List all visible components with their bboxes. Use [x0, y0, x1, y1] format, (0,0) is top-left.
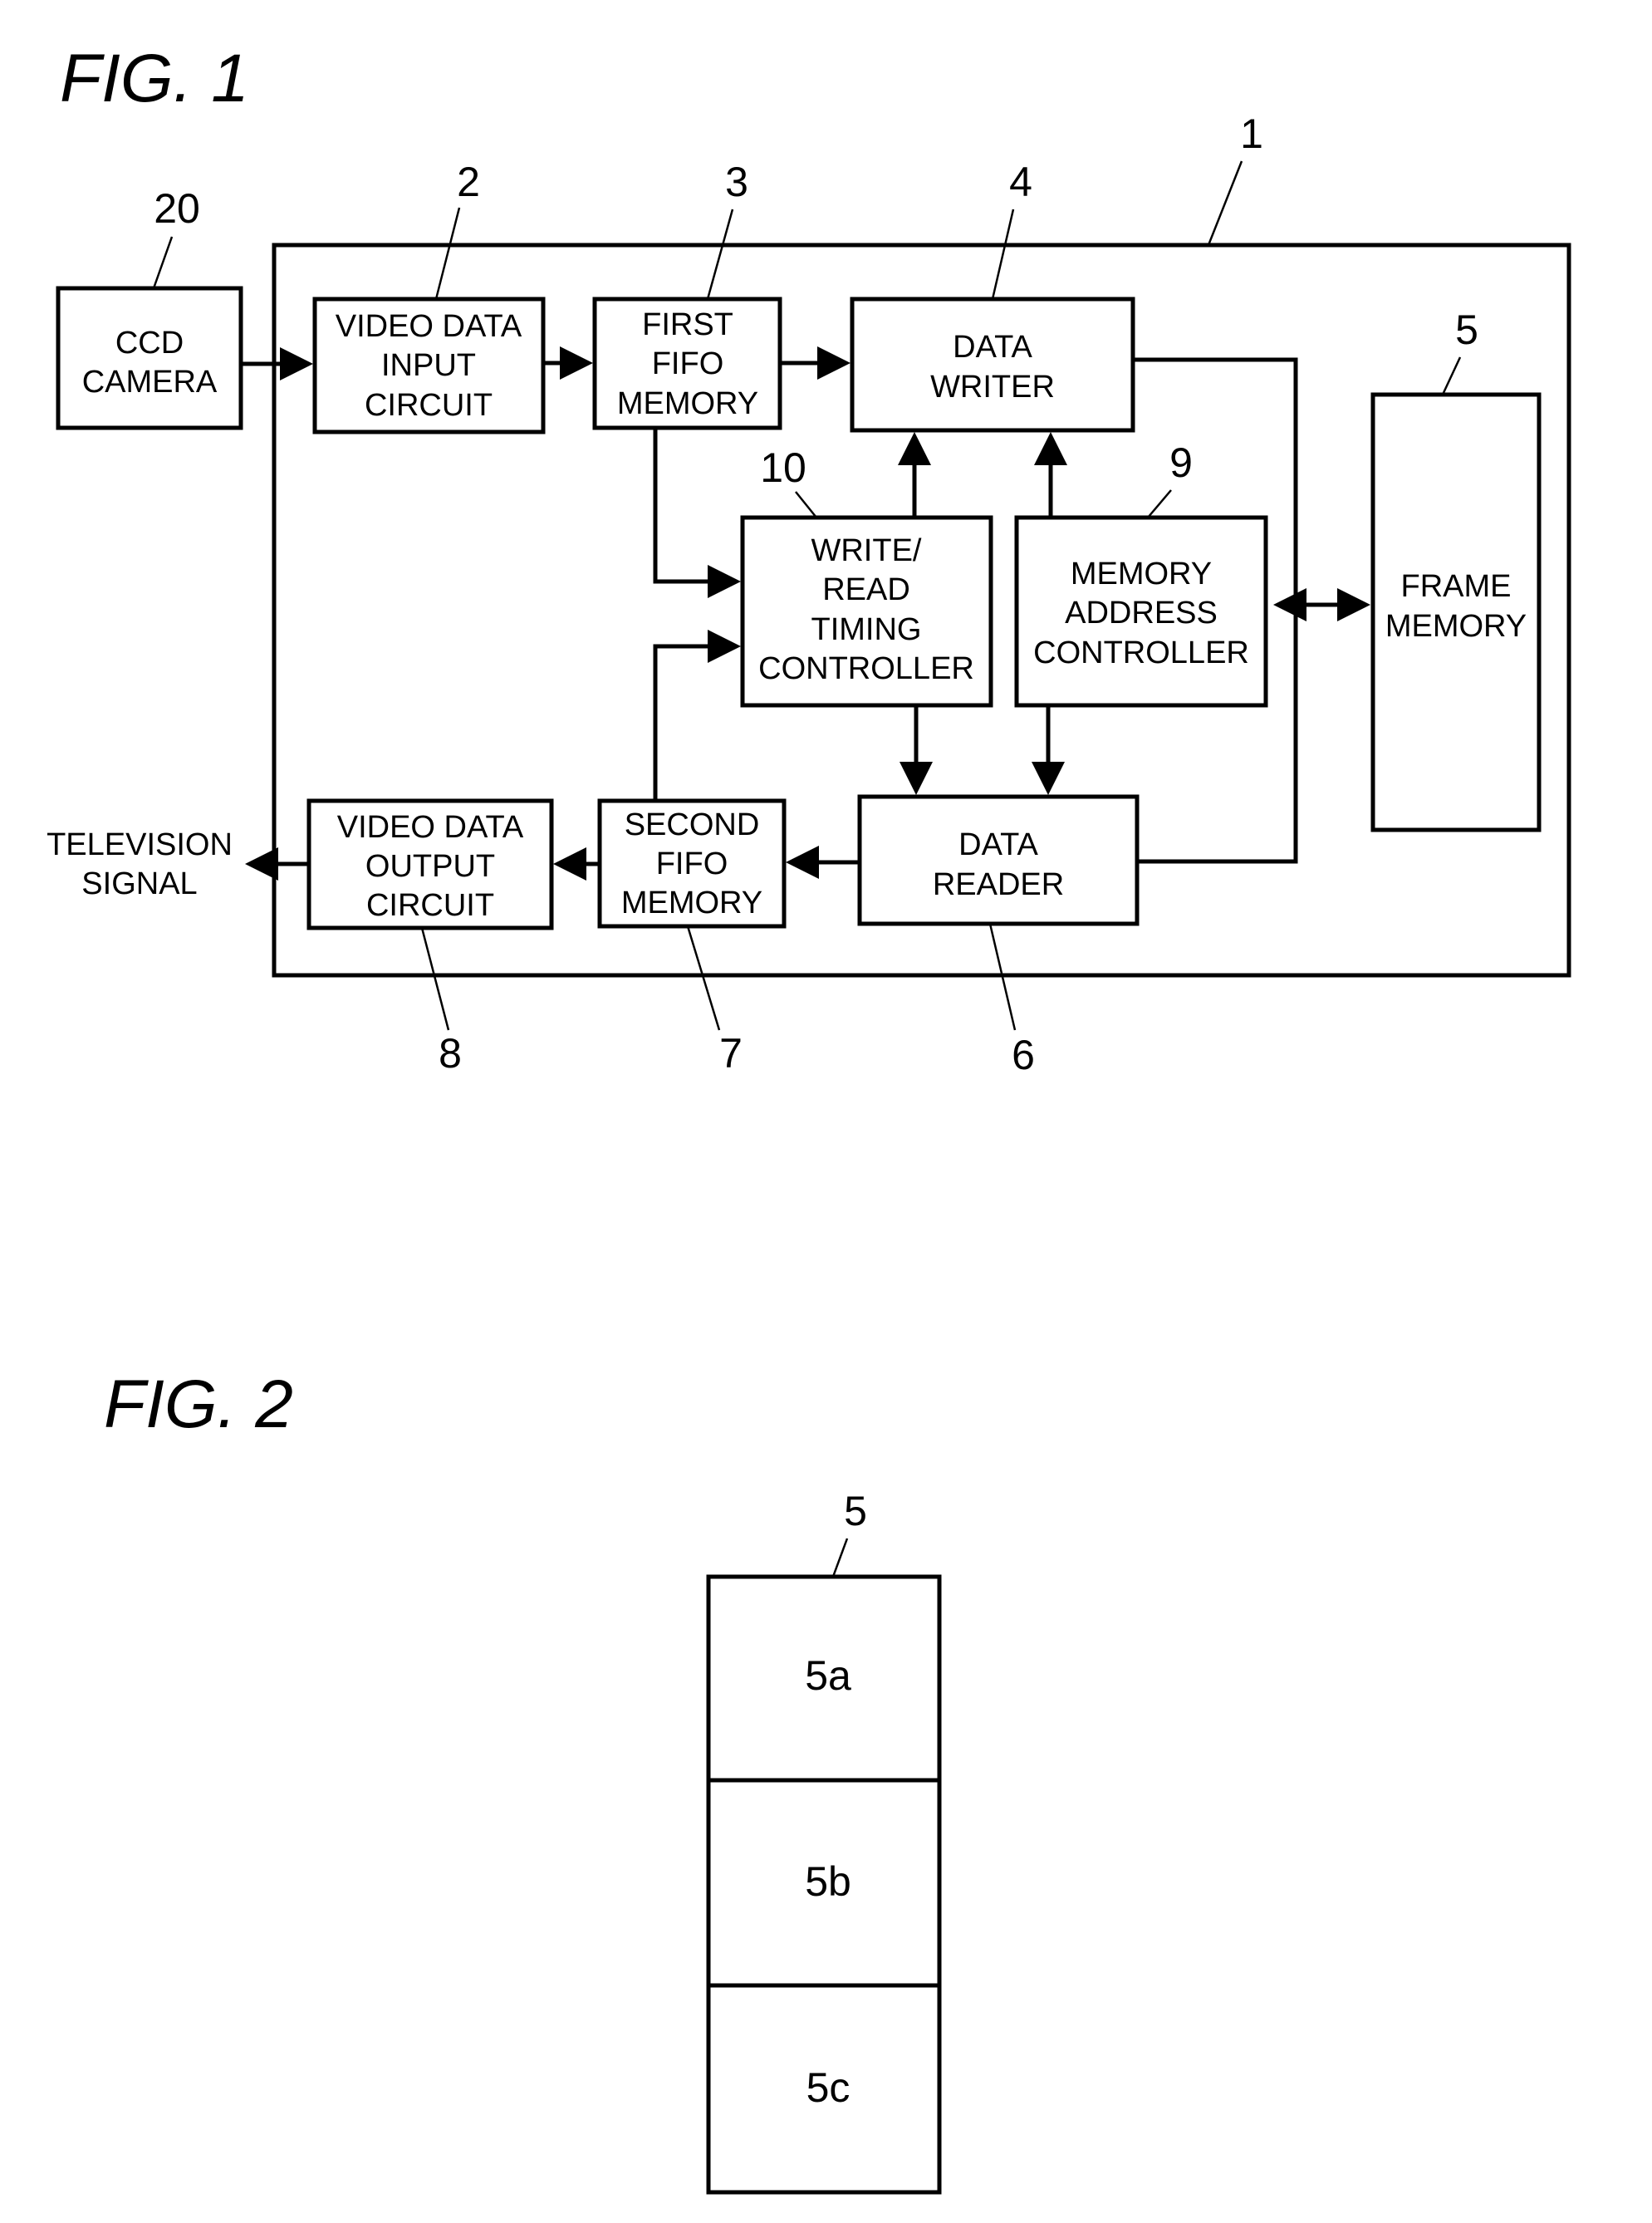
patent-figures: FIG. 1 CCD CAMERA VIDEO DATA INPUT CIRCU… [47, 41, 1571, 2195]
svg-text:DATA: DATA [958, 827, 1038, 862]
svg-text:CIRCUIT: CIRCUIT [365, 388, 493, 423]
block-write-read-timing-controller: WRITE/ READ TIMING CONTROLLER [740, 515, 993, 708]
svg-text:TIMING: TIMING [811, 612, 922, 647]
svg-text:MEMORY: MEMORY [1071, 557, 1212, 591]
ref-9: 9 [1169, 439, 1193, 486]
fig2-ref-5: 5 [844, 1488, 867, 1534]
svg-text:MEMORY: MEMORY [1385, 609, 1527, 644]
svg-text:DATA: DATA [953, 330, 1032, 365]
svg-text:OUTPUT: OUTPUT [365, 849, 495, 884]
svg-text:CONTROLLER: CONTROLLER [758, 651, 974, 686]
svg-text:READ: READ [822, 572, 910, 607]
svg-text:CAMERA: CAMERA [82, 365, 218, 400]
section-5b: 5b [805, 1858, 851, 1905]
section-5a: 5a [805, 1652, 851, 1699]
arrow-fifo2-to-timing [653, 630, 741, 801]
ref-3: 3 [725, 159, 748, 205]
ref-4: 4 [1009, 159, 1032, 205]
svg-text:MEMORY: MEMORY [617, 386, 758, 421]
svg-text:MEMORY: MEMORY [621, 886, 762, 920]
ref-8: 8 [439, 1030, 462, 1077]
block-memory-address-controller: MEMORY ADDRESS CONTROLLER [1014, 515, 1268, 708]
svg-text:ADDRESS: ADDRESS [1065, 596, 1218, 631]
ref-20: 20 [154, 185, 200, 232]
arrow-fifo1-to-timing [653, 428, 741, 598]
ref-6: 6 [1012, 1032, 1035, 1078]
block-video-data-input-circuit: VIDEO DATA INPUT CIRCUIT [312, 297, 546, 434]
block-video-data-output-circuit: VIDEO DATA OUTPUT CIRCUIT [306, 798, 554, 930]
ref-7: 7 [719, 1030, 743, 1077]
svg-text:FIFO: FIFO [656, 847, 728, 881]
fig2-title: FIG. 2 [104, 1367, 293, 1442]
svg-text:VIDEO DATA: VIDEO DATA [337, 810, 524, 845]
section-5c: 5c [806, 2064, 851, 2111]
block-data-writer: DATA WRITER [850, 297, 1135, 433]
ref-10: 10 [760, 444, 806, 491]
block-data-reader: DATA READER [857, 794, 1140, 926]
svg-text:TELEVISION: TELEVISION [47, 827, 233, 862]
block-frame-memory: FRAME MEMORY [1370, 392, 1542, 832]
svg-text:CCD: CCD [115, 326, 184, 361]
block-ccd-camera: CCD CAMERA [56, 286, 243, 430]
svg-text:CIRCUIT: CIRCUIT [366, 888, 494, 923]
ref-1: 1 [1240, 110, 1263, 157]
block-second-fifo-memory: SECOND FIFO MEMORY [597, 798, 787, 929]
svg-text:SIGNAL: SIGNAL [81, 866, 197, 901]
svg-text:SECOND: SECOND [625, 807, 760, 842]
svg-text:FIRST: FIRST [642, 307, 733, 342]
frame-memory-partition-diagram: 5 5a 5b 5c [706, 1488, 942, 2195]
svg-text:FIFO: FIFO [652, 346, 724, 381]
svg-text:INPUT: INPUT [381, 348, 476, 383]
television-signal-label: TELEVISION SIGNAL [47, 827, 233, 901]
svg-text:FRAME: FRAME [1401, 569, 1512, 604]
svg-text:VIDEO DATA: VIDEO DATA [336, 309, 522, 344]
ref-2: 2 [457, 159, 480, 205]
svg-text:CONTROLLER: CONTROLLER [1033, 635, 1249, 670]
fig1-title: FIG. 1 [60, 41, 249, 116]
svg-text:READER: READER [933, 867, 1064, 902]
svg-text:WRITE/: WRITE/ [811, 533, 922, 568]
ref-5: 5 [1455, 307, 1478, 353]
svg-text:WRITER: WRITER [930, 370, 1055, 405]
block-first-fifo-memory: FIRST FIFO MEMORY [592, 297, 782, 430]
